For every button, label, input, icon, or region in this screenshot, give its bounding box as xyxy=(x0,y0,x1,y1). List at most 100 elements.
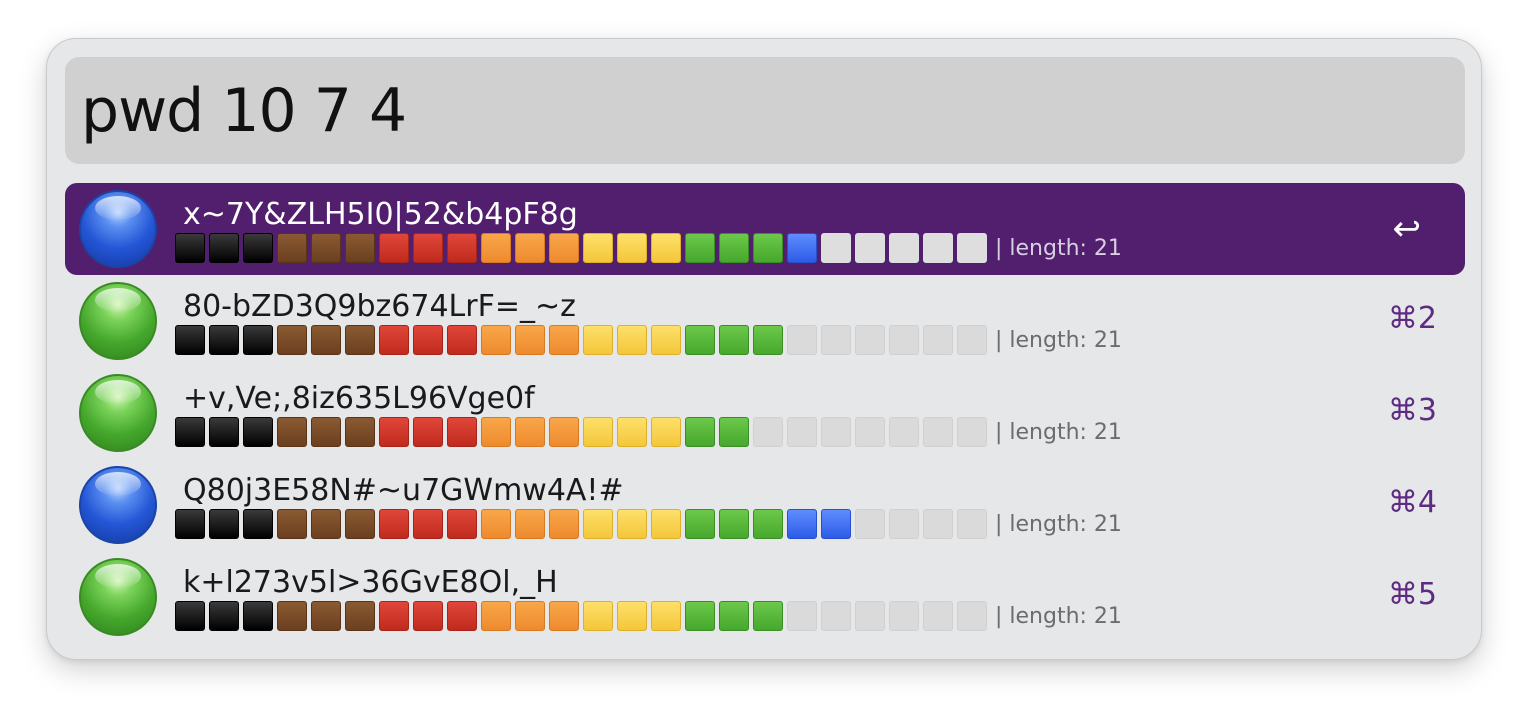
shortcut-hint: ⌘3 xyxy=(1387,393,1437,428)
strength-segment xyxy=(549,509,579,539)
strength-segment xyxy=(515,325,545,355)
strength-segment xyxy=(447,601,477,631)
strength-segment xyxy=(889,233,919,263)
strength-segment xyxy=(345,417,375,447)
results-list: x~7Y&ZLH5I0|52&b4pF8g | length: 21 ↩ 80-bZD… xyxy=(65,183,1465,643)
strength-segment xyxy=(855,601,885,631)
strength-segment xyxy=(617,325,647,355)
strength-segment xyxy=(787,601,817,631)
strength-segment xyxy=(481,233,511,263)
strength-meter xyxy=(175,601,987,631)
search-input[interactable] xyxy=(81,71,1441,151)
strength-segment xyxy=(617,233,647,263)
strength-segment xyxy=(209,509,239,539)
strength-segment xyxy=(923,417,953,447)
strength-segment xyxy=(311,509,341,539)
strength-segment xyxy=(311,417,341,447)
length-label: | length: 21 xyxy=(995,604,1122,629)
strength-segment xyxy=(583,417,613,447)
strength-segment xyxy=(175,509,205,539)
strength-segment xyxy=(617,509,647,539)
strength-meter xyxy=(175,509,987,539)
strength-segment xyxy=(787,233,817,263)
strength-segment xyxy=(957,325,987,355)
strength-segment xyxy=(889,509,919,539)
search-bar[interactable] xyxy=(65,57,1465,164)
strength-segment xyxy=(379,325,409,355)
launcher-window: x~7Y&ZLH5I0|52&b4pF8g | length: 21 ↩ 80-bZD… xyxy=(46,38,1482,660)
result-row[interactable]: Q80j3E58N#~u7GWmw4A!# | length: 21 ⌘4 xyxy=(65,459,1465,551)
green-orb-icon xyxy=(79,558,157,636)
strength-segment xyxy=(685,509,715,539)
result-row[interactable]: x~7Y&ZLH5I0|52&b4pF8g | length: 21 ↩ xyxy=(65,183,1465,275)
length-label: | length: 21 xyxy=(995,328,1122,353)
strength-meter xyxy=(175,417,987,447)
strength-segment xyxy=(413,509,443,539)
strength-segment xyxy=(923,233,953,263)
strength-segment xyxy=(209,233,239,263)
strength-segment xyxy=(923,325,953,355)
strength-segment xyxy=(923,601,953,631)
strength-segment xyxy=(379,233,409,263)
result-row[interactable]: 80-bZD3Q9bz674LrF=_~z | length: 21 ⌘2 xyxy=(65,275,1465,367)
strength-segment xyxy=(243,417,273,447)
strength-segment xyxy=(413,325,443,355)
password-text: x~7Y&ZLH5I0|52&b4pF8g xyxy=(183,197,578,232)
strength-segment xyxy=(175,325,205,355)
strength-segment xyxy=(821,509,851,539)
strength-segment xyxy=(583,325,613,355)
strength-segment xyxy=(685,417,715,447)
strength-segment xyxy=(549,417,579,447)
strength-segment xyxy=(515,417,545,447)
strength-segment xyxy=(957,509,987,539)
strength-segment xyxy=(481,325,511,355)
password-text: Q80j3E58N#~u7GWmw4A!# xyxy=(183,473,624,508)
strength-segment xyxy=(277,601,307,631)
result-row[interactable]: k+l273v5l>36GvE8Ol,_H | length: 21 ⌘5 xyxy=(65,551,1465,643)
result-row[interactable]: +v,Ve;,8iz635L96Vge0f | length: 21 ⌘3 xyxy=(65,367,1465,459)
strength-segment xyxy=(821,233,851,263)
strength-segment xyxy=(685,601,715,631)
strength-segment xyxy=(277,417,307,447)
strength-segment xyxy=(855,233,885,263)
strength-segment xyxy=(651,601,681,631)
strength-segment xyxy=(787,325,817,355)
strength-segment xyxy=(957,601,987,631)
strength-segment xyxy=(413,601,443,631)
strength-segment xyxy=(957,233,987,263)
strength-segment xyxy=(209,601,239,631)
strength-segment xyxy=(787,417,817,447)
strength-segment xyxy=(923,509,953,539)
strength-segment xyxy=(821,417,851,447)
strength-segment xyxy=(243,509,273,539)
strength-segment xyxy=(753,417,783,447)
strength-segment xyxy=(753,233,783,263)
password-text: +v,Ve;,8iz635L96Vge0f xyxy=(183,381,535,416)
strength-segment xyxy=(753,601,783,631)
strength-segment xyxy=(379,417,409,447)
length-label: | length: 21 xyxy=(995,512,1122,537)
green-orb-icon xyxy=(79,374,157,452)
strength-segment xyxy=(311,325,341,355)
strength-segment xyxy=(175,601,205,631)
strength-segment xyxy=(787,509,817,539)
password-text: 80-bZD3Q9bz674LrF=_~z xyxy=(183,289,576,324)
strength-meter xyxy=(175,325,987,355)
length-label: | length: 21 xyxy=(995,236,1122,261)
strength-segment xyxy=(515,233,545,263)
strength-segment xyxy=(413,417,443,447)
strength-segment xyxy=(889,417,919,447)
strength-segment xyxy=(719,325,749,355)
password-text: k+l273v5l>36GvE8Ol,_H xyxy=(183,565,558,600)
strength-segment xyxy=(719,233,749,263)
strength-segment xyxy=(685,233,715,263)
strength-segment xyxy=(617,417,647,447)
strength-segment xyxy=(277,233,307,263)
return-key-icon: ↩ xyxy=(1392,209,1422,249)
strength-segment xyxy=(379,601,409,631)
strength-segment xyxy=(719,417,749,447)
strength-segment xyxy=(855,325,885,355)
strength-segment xyxy=(311,601,341,631)
strength-segment xyxy=(821,601,851,631)
strength-segment xyxy=(719,601,749,631)
